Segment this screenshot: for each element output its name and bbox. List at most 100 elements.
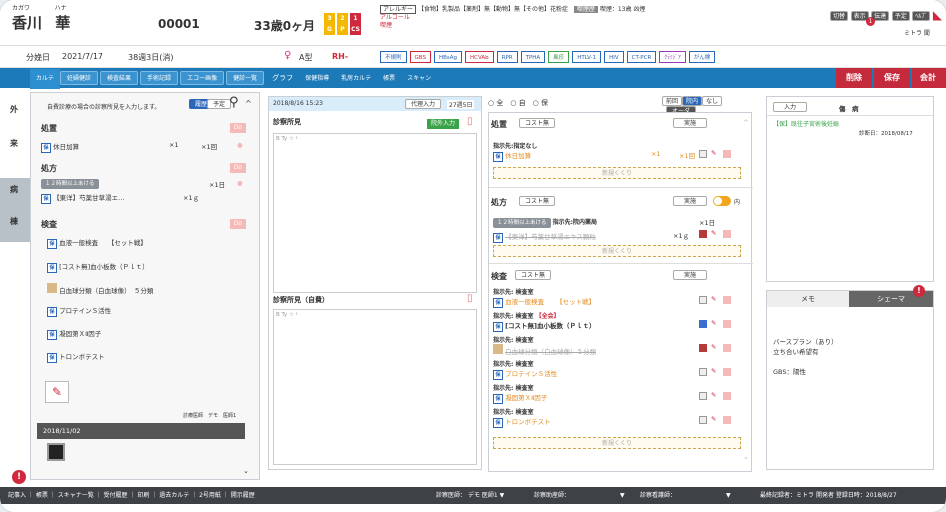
sort-icon[interactable] <box>699 150 707 158</box>
left-test-item[interactable]: 保 トロンボテスト <box>47 351 105 363</box>
sort-icon[interactable] <box>699 296 707 304</box>
do-button[interactable]: Do <box>229 123 246 133</box>
self-pay-editor[interactable]: B Ty ☆ ᶳ <box>273 309 477 465</box>
delete-icon[interactable] <box>723 320 731 328</box>
do-button[interactable]: Do <box>229 219 246 229</box>
memo-text[interactable]: バースプラン（あり） 立ち合い希望有 GBS：陽性 <box>773 337 838 377</box>
footer-link[interactable]: 記事入 <box>8 492 26 499</box>
filter-radios[interactable]: ○ 全 ○ 自 ○ 保 <box>488 98 548 108</box>
history-date[interactable]: 2018/11/02 <box>37 423 245 439</box>
left-test-item[interactable]: 保 [コスト無]血小板数（Ｐｌｔ） <box>47 261 149 273</box>
tab-results[interactable]: 検査結果 <box>100 71 139 85</box>
execute-button[interactable]: 実施 <box>673 196 708 206</box>
inhouse-button[interactable]: 院内 <box>682 96 703 106</box>
sort-icon[interactable] <box>699 392 707 400</box>
accounting-button[interactable]: 会計 <box>912 68 946 88</box>
tab-prenatal[interactable]: 妊婦健診 <box>60 71 99 85</box>
test-order[interactable]: 指示先: 検査室 保 プロテインＳ活性 ✎ <box>493 359 743 380</box>
type-icon[interactable] <box>699 320 707 328</box>
footer-link[interactable]: 過去カルテ <box>159 492 189 499</box>
order-item[interactable]: 保 休日加算 ×1 ×1回 ✎ <box>493 149 743 162</box>
left-rx-block[interactable]: １２時間以上あける ×1日 ● 保 【東洋】芍薬甘草湯エ… ×1ｇ <box>41 179 246 204</box>
disease-item[interactable]: 【保】既往子宮術後妊娠 <box>773 119 839 128</box>
test-order[interactable]: 指示先: 検査室 白血球分類（白血球像）５分類 ✎ <box>493 335 743 356</box>
footer-link[interactable]: 帳票 <box>36 492 48 499</box>
midwife-select[interactable]: 診察助産師： ▼ <box>534 487 625 504</box>
sidetab-outpatient[interactable]: 外 来 <box>0 92 30 178</box>
left-test-item[interactable]: 白血球分類（白血球像） ５分類 <box>47 283 153 295</box>
footer-link[interactable]: 2号用紙 <box>199 492 221 499</box>
left-test-item[interactable]: 保 凝固第ＸⅡ因子 <box>47 328 101 340</box>
edit-icon[interactable]: ✎ <box>711 367 716 375</box>
edit-icon[interactable]: ✎ <box>711 319 716 327</box>
tab-karte[interactable]: カルテ <box>30 69 61 89</box>
lab-tag[interactable]: CT-PCR <box>626 51 657 63</box>
tab-breast[interactable]: 乳房カルテ <box>335 69 377 89</box>
lab-tag[interactable]: HIV <box>604 51 624 63</box>
delete-button[interactable]: 削除 <box>836 68 872 88</box>
type-icon[interactable] <box>699 344 707 352</box>
tab-guidance[interactable]: 保健指導 <box>299 69 335 89</box>
edit-icon[interactable]: ✎ <box>711 295 716 303</box>
edit-icon[interactable]: ✎ <box>711 229 716 237</box>
new-group-box[interactable]: 新規くくり <box>493 437 741 449</box>
delete-icon[interactable] <box>723 296 731 304</box>
plan-button[interactable]: 予定 <box>207 99 232 109</box>
edit-icon[interactable]: ✎ <box>711 391 716 399</box>
test-order[interactable]: 指示先: 検査室 保 血液一般検査 【セット戦】 ✎ <box>493 287 743 308</box>
cost-button[interactable]: コスト無 <box>519 196 556 206</box>
sort-icon[interactable] <box>699 368 707 376</box>
test-order[interactable]: 指示先: 検査室 【全会】 保 [コスト無]血小板数（Ｐｌｔ） ✎ <box>493 311 743 332</box>
scroll-down-icon[interactable]: ⌄ <box>243 467 249 475</box>
film-icon[interactable] <box>47 443 65 461</box>
test-order[interactable]: 指示先: 検査室 保 凝固第ＸⅡ因子 ✎ <box>493 383 743 404</box>
left-test-item[interactable]: 保 プロテインＳ活性 <box>47 305 111 317</box>
delete-icon[interactable] <box>723 344 731 352</box>
tab-checkups[interactable]: 健診一覧 <box>226 71 265 85</box>
footer-link[interactable]: 印刷 <box>137 492 149 499</box>
remove-icon[interactable]: ● <box>237 179 243 187</box>
schedule-button[interactable]: 予定 <box>891 10 910 21</box>
toggle-switch[interactable] <box>713 196 731 206</box>
delete-icon[interactable] <box>723 416 731 424</box>
execute-button[interactable]: 実施 <box>673 270 708 280</box>
sort-icon[interactable] <box>699 416 707 424</box>
new-group-box[interactable]: 新規くくり <box>493 245 741 257</box>
lab-tag[interactable]: ｸﾗﾐｼﾞｱ <box>659 51 686 63</box>
delete-icon[interactable] <box>723 150 731 158</box>
lab-tag[interactable]: 風疹 <box>548 51 570 63</box>
footer-link[interactable]: 受付履歴 <box>104 492 128 499</box>
findings-editor[interactable]: B Ty ☆ ᶳ <box>273 133 477 293</box>
do-button[interactable]: Do <box>229 163 246 173</box>
lab-tag[interactable]: 不規則 <box>380 51 407 63</box>
edit-icon[interactable]: ✎ <box>711 343 716 351</box>
execute-button[interactable]: 実施 <box>673 118 708 128</box>
tab-forms[interactable]: 帳票 <box>377 69 401 89</box>
delete-icon[interactable] <box>723 392 731 400</box>
lab-tag[interactable]: がん検 <box>688 51 716 63</box>
test-order[interactable]: 指示先: 検査室 保 トロンボテスト ✎ <box>493 407 743 428</box>
lab-tag[interactable]: HBsAg <box>433 51 462 63</box>
none-button[interactable]: なし <box>702 96 723 106</box>
collapse-icon[interactable]: ^ <box>743 119 749 127</box>
doctor-select[interactable]: 診察医師： デモ 医師1 ▼ <box>436 487 504 504</box>
tab-scan[interactable]: スキャン <box>401 69 437 89</box>
edit-icon[interactable]: ✎ <box>711 149 716 157</box>
lab-tag[interactable]: RPR <box>496 51 518 63</box>
switch-button[interactable]: 切替 <box>830 10 849 21</box>
rx-type-icon[interactable] <box>699 230 707 238</box>
lab-tag[interactable]: TPHA <box>520 51 546 63</box>
previous-button[interactable]: 前回 <box>662 96 683 106</box>
tab-memo[interactable]: メモ <box>767 291 849 307</box>
save-button[interactable]: 保存 <box>874 68 910 88</box>
document-icon[interactable]: ▯ <box>467 293 473 304</box>
tab-graph[interactable]: グラフ <box>266 68 299 88</box>
lab-tag[interactable]: HCVAb <box>464 51 494 63</box>
tab-echo[interactable]: エコー画像 <box>180 71 225 85</box>
delete-icon[interactable] <box>723 230 731 238</box>
footer-link[interactable]: スキャナ一覧 <box>58 492 94 499</box>
scroll-down-icon[interactable]: ⌄ <box>743 453 749 461</box>
editor-toolbar[interactable]: B Ty ☆ ᶳ <box>274 310 476 320</box>
help-button[interactable]: ﾍﾙﾌﾟ <box>912 10 931 21</box>
tab-surgery[interactable]: 手術記録 <box>140 71 179 85</box>
